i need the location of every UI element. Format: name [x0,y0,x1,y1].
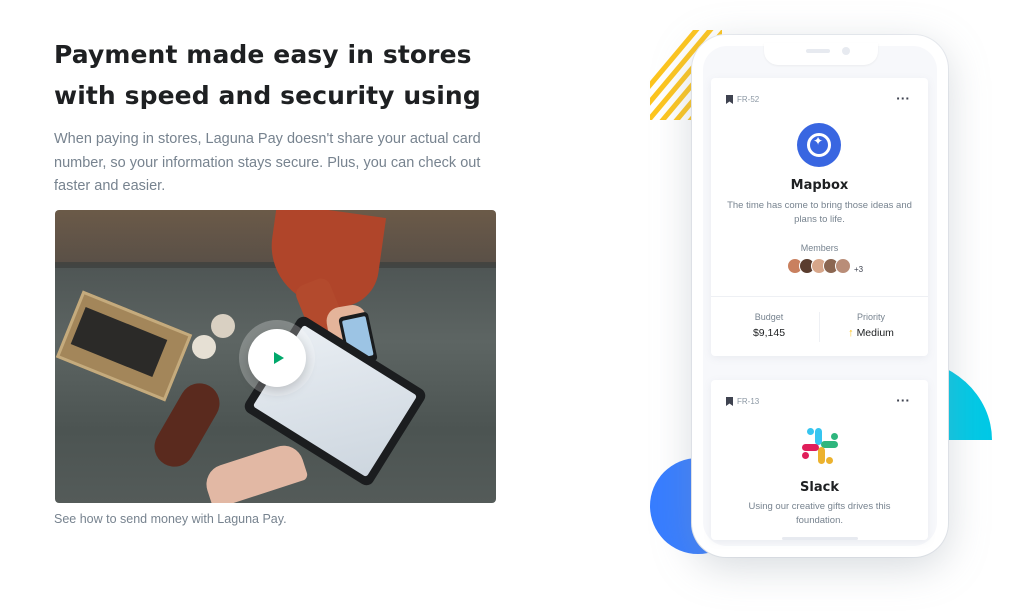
card-description: Using our creative gifts drives this fou… [748,501,891,526]
video-scene-jar [211,314,235,338]
priority-label: Priority [856,312,885,322]
video-scene-hand [201,440,309,503]
play-button[interactable] [248,329,306,387]
card-divider [711,296,928,297]
card-tag-label: FR-13 [737,397,760,406]
bookmark-icon [726,95,733,104]
phone-camera [842,47,850,55]
arrow-up-icon: ↑ [848,327,854,339]
phone-notch [764,43,878,65]
member-avatars[interactable]: +3 [787,258,863,274]
budget-label: Budget [754,312,784,322]
play-icon [273,352,284,364]
more-menu-icon[interactable]: ··· [896,394,910,407]
project-card-slack[interactable]: FR-13 ··· Slack Using our creative gifts… [711,380,928,540]
priority-value: Medium [856,327,894,339]
phone-speaker [806,49,830,53]
slack-logo-icon [802,428,838,464]
hero-headline: Payment made easy in stores with speed a… [54,40,481,110]
card-title: Mapbox [790,178,849,193]
budget-stat: Budget $9,145 [719,312,819,339]
video-caption: See how to send money with Laguna Pay. [54,512,287,526]
priority-stat: Priority ↑ Medium [821,312,921,339]
members-more-count: +3 [854,264,864,274]
budget-value: $9,145 [752,327,786,339]
mapbox-logo-icon [797,123,841,167]
video-thumbnail[interactable] [55,210,496,503]
project-card-mapbox[interactable]: FR-52 ··· Mapbox The time has come to br… [711,78,928,356]
more-menu-icon[interactable]: ··· [896,92,910,105]
phone-home-indicator [782,537,858,540]
members-label: Members [800,243,839,253]
card-title: Slack [800,480,839,495]
video-scene-jar [192,335,216,359]
bookmark-icon [726,397,733,406]
card-description: The time has come to bring those ideas a… [727,200,912,225]
card-tag: FR-13 [726,397,759,406]
avatar [835,258,851,274]
card-tag-label: FR-52 [737,95,760,104]
card-tag: FR-52 [726,95,759,104]
hero-lead: When paying in stores, Laguna Pay doesn'… [54,131,481,194]
priority-value-wrap: ↑ Medium [821,327,921,339]
stat-separator [819,312,820,342]
